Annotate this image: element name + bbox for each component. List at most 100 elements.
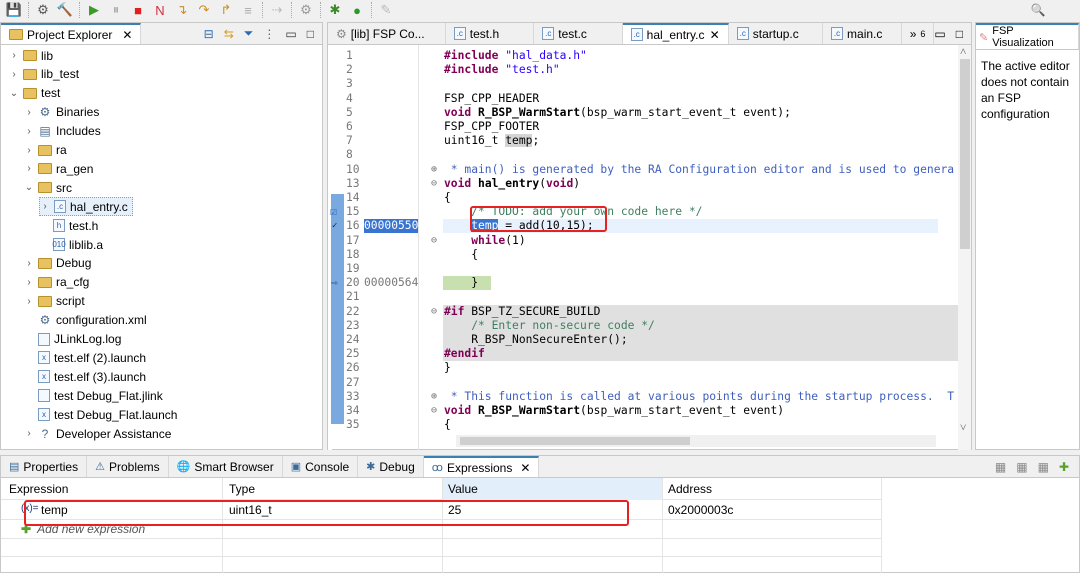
pen-icon[interactable]: ✎ bbox=[378, 2, 394, 18]
tree-item[interactable]: JLinkLog.log bbox=[24, 330, 121, 349]
horizontal-scrollbar[interactable] bbox=[456, 435, 936, 447]
tree-item[interactable]: › script bbox=[24, 292, 84, 311]
tree-item[interactable]: › ⚙ Binaries bbox=[24, 103, 99, 122]
editor-tab[interactable]: .c main.c bbox=[823, 23, 902, 44]
search-icon[interactable]: 🔍 bbox=[1030, 2, 1046, 18]
editor-tab[interactable]: .c test.c bbox=[534, 23, 623, 44]
maximize-icon[interactable]: □ bbox=[956, 27, 963, 41]
overflow-tabs-button[interactable]: » 6 bbox=[902, 23, 935, 44]
editor-tab[interactable]: .c hal_entry.c ✕ bbox=[622, 23, 729, 44]
tree-item[interactable]: ⌄ test bbox=[9, 84, 61, 103]
view-menu-icon[interactable]: ⋮ bbox=[263, 27, 275, 41]
maximize-icon[interactable]: □ bbox=[307, 27, 314, 41]
bottom-tab[interactable]: ▤ Properties bbox=[1, 456, 88, 477]
tree-item[interactable]: x test.elf (2).launch bbox=[24, 348, 146, 367]
step-return-icon[interactable]: ↱ bbox=[218, 2, 234, 18]
bottom-tab[interactable]: ▣ Console bbox=[283, 456, 359, 477]
collapse-fold-icon[interactable]: ⊖ bbox=[431, 404, 437, 418]
show-type-names-icon[interactable]: ▦ bbox=[995, 460, 1006, 474]
step-over-icon[interactable]: ↷ bbox=[196, 2, 212, 18]
hammer-icon[interactable]: 🔨 bbox=[57, 2, 73, 18]
tree-item[interactable]: h test.h bbox=[39, 216, 98, 235]
breakpoint-icon[interactable]: ✓ bbox=[332, 219, 337, 233]
build-config-icon[interactable]: ⚙ bbox=[35, 2, 51, 18]
tree-item[interactable]: 010 liblib.a bbox=[39, 235, 103, 254]
chevron-right-icon[interactable]: › bbox=[40, 201, 50, 212]
instruction-step-icon[interactable]: ≡ bbox=[240, 2, 256, 18]
tree-item[interactable]: ⚙ configuration.xml bbox=[24, 311, 147, 330]
disconnect-icon[interactable]: N bbox=[152, 2, 168, 18]
tree-item[interactable]: › ▤ Includes bbox=[24, 122, 100, 141]
bottom-tab[interactable]: ✱ Debug bbox=[358, 456, 424, 477]
tree-item[interactable]: › ra_gen bbox=[24, 159, 93, 178]
column-header[interactable]: Address bbox=[663, 478, 876, 500]
chevron-right-icon[interactable]: › bbox=[24, 258, 34, 269]
tab-project-explorer[interactable]: Project Explorer ✕ bbox=[1, 23, 142, 44]
collapse-fold-icon[interactable]: ⊖ bbox=[431, 177, 437, 191]
use-step-filters-icon[interactable]: ⇢ bbox=[269, 2, 285, 18]
suspend-icon[interactable]: ⏸ bbox=[108, 2, 124, 18]
editor-tab[interactable]: .c test.h bbox=[446, 23, 535, 44]
tree-item[interactable]: › Debug bbox=[24, 254, 91, 273]
minimize-icon[interactable]: ▭ bbox=[285, 27, 296, 41]
tree-item[interactable]: › ra_cfg bbox=[24, 273, 89, 292]
tree-item[interactable]: › .c hal_entry.c bbox=[39, 197, 133, 217]
filter-icon[interactable]: ⏷ bbox=[244, 26, 254, 41]
collapse-all-icon[interactable]: ⊟ bbox=[204, 27, 214, 41]
tree-item[interactable]: x test.elf (3).launch bbox=[24, 367, 146, 386]
chevron-right-icon[interactable]: › bbox=[24, 277, 34, 288]
show-logical-structure-icon[interactable]: ▦ bbox=[1016, 460, 1027, 474]
fsp-icon: ✎ bbox=[979, 31, 989, 44]
editor-tab[interactable]: .c startup.c bbox=[729, 23, 824, 44]
folder-icon bbox=[38, 144, 52, 156]
scroll-down-icon[interactable]: ˅ bbox=[960, 421, 966, 435]
save-icon[interactable]: 💾 bbox=[6, 2, 22, 18]
tree-item[interactable]: test Debug_Flat.jlink bbox=[24, 386, 163, 405]
bottom-tab[interactable]: 🌐 Smart Browser bbox=[169, 456, 283, 477]
link-with-editor-icon[interactable]: ⇆ bbox=[224, 27, 234, 41]
editor-tab[interactable]: ⚙ [lib] FSP Co... bbox=[328, 23, 446, 44]
code-token: BSP_TZ_SECURE_BUILD bbox=[471, 304, 601, 318]
tree-item[interactable]: ›? Developer Assistance bbox=[24, 424, 171, 443]
chevron-right-icon[interactable]: › bbox=[24, 145, 34, 156]
tree-item[interactable]: › lib bbox=[9, 46, 53, 65]
run-icon[interactable]: ● bbox=[349, 2, 365, 18]
close-icon[interactable]: ✕ bbox=[520, 461, 530, 475]
collapse-fold-icon[interactable]: ⊖ bbox=[431, 305, 437, 319]
tree-item[interactable]: ⌄ src bbox=[24, 178, 72, 197]
chevron-down-icon[interactable]: ⌄ bbox=[24, 182, 34, 193]
scroll-up-icon[interactable]: ˄ bbox=[960, 45, 966, 59]
chevron-right-icon[interactable]: › bbox=[9, 50, 19, 61]
step-into-icon[interactable]: ↴ bbox=[174, 2, 190, 18]
chevron-right-icon[interactable]: › bbox=[24, 163, 34, 174]
chevron-down-icon[interactable]: ⌄ bbox=[9, 88, 19, 99]
tab-fsp-visualization[interactable]: ✎ FSP Visualization bbox=[976, 23, 1079, 49]
column-header[interactable]: Type bbox=[224, 478, 444, 500]
close-icon[interactable]: ✕ bbox=[710, 28, 720, 42]
tree-item[interactable]: › ra bbox=[24, 141, 66, 160]
expand-fold-icon[interactable]: ⊕ bbox=[431, 390, 437, 404]
column-header[interactable]: Expression bbox=[1, 478, 221, 500]
resume-icon[interactable]: ▶ bbox=[86, 2, 102, 18]
tree-item[interactable]: x test Debug_Flat.launch bbox=[24, 405, 177, 424]
bottom-tab[interactable]: ⚠ Problems bbox=[87, 456, 169, 477]
terminate-icon[interactable]: ■ bbox=[130, 2, 146, 18]
close-icon[interactable]: ✕ bbox=[122, 28, 132, 42]
settings-icon[interactable]: ⚙ bbox=[298, 2, 314, 18]
collapse-all-icon[interactable]: ▦ bbox=[1038, 460, 1049, 474]
code-editor[interactable]: 1 #include "hal_data.h" 2 #include "test.h"… bbox=[328, 45, 971, 450]
column-header[interactable]: Value bbox=[443, 478, 663, 500]
chevron-right-icon[interactable]: › bbox=[24, 107, 34, 118]
vertical-scrollbar[interactable] bbox=[958, 45, 971, 450]
chevron-right-icon[interactable]: › bbox=[24, 296, 34, 307]
chevron-right-icon[interactable]: › bbox=[24, 126, 34, 137]
chevron-right-icon[interactable]: › bbox=[24, 428, 34, 439]
tree-item[interactable]: › lib_test bbox=[9, 65, 79, 84]
collapse-fold-icon[interactable]: ⊖ bbox=[431, 234, 437, 248]
expand-fold-icon[interactable]: ⊕ bbox=[431, 163, 437, 177]
bottom-tab[interactable]: ꝏ Expressions ✕ bbox=[423, 456, 540, 477]
add-expression-icon[interactable]: ✚ bbox=[1059, 460, 1069, 474]
minimize-icon[interactable]: ▭ bbox=[934, 27, 945, 41]
debug-icon[interactable]: ✱ bbox=[327, 2, 343, 18]
chevron-right-icon[interactable]: › bbox=[9, 69, 19, 80]
